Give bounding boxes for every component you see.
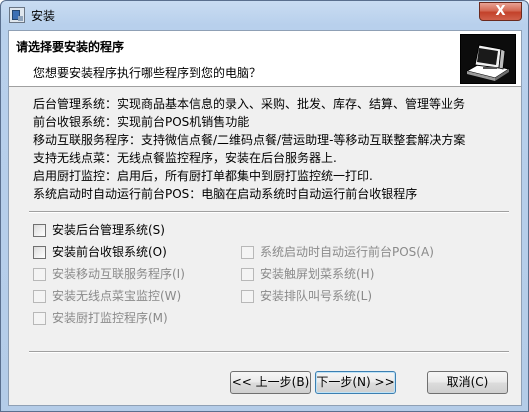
cancel-button[interactable]: 取消(C) xyxy=(427,371,508,394)
checkbox xyxy=(33,268,46,281)
close-button[interactable]: X xyxy=(479,2,522,21)
checkbox xyxy=(241,268,254,281)
installer-window: 安装 X 请选择要安装的程序 您想要安装程序执行哪些程序到您的电脑？ 后台管理系… xyxy=(0,0,529,412)
checkbox xyxy=(33,312,46,325)
option-label: 系统启动时自动运行前台POS(A) xyxy=(260,245,434,259)
option-label: 安装移动互联服务程序(I) xyxy=(52,267,185,281)
option-label: 安装厨打监控程序(M) xyxy=(52,311,168,325)
description-line: 系统启动时自动运行前台POS：电脑在启动系统时自动运行前台收银程序 xyxy=(33,187,418,201)
checkbox xyxy=(33,290,46,303)
next-button[interactable]: 下一步(N) >> xyxy=(315,371,396,394)
description-line: 前台收银系统：实现前台POS机销售功能 xyxy=(33,115,250,129)
checkbox xyxy=(241,246,254,259)
computer-logo-icon xyxy=(460,34,516,84)
description-line: 后台管理系统：实现商品基本信息的录入、采购、批发、库存、结算、管理等业务 xyxy=(33,97,466,111)
description-line: 移动互联服务程序：支持微信点餐/二维码点餐/营运助理-等移动互联整套解决方案 xyxy=(33,133,466,147)
description-line: 启用厨打监控：启用后，所有厨打单都集中到厨打监控统一打印. xyxy=(33,169,373,183)
checkbox[interactable] xyxy=(33,246,46,259)
option-label: 安装后台管理系统(S) xyxy=(52,223,165,237)
back-button[interactable]: << 上一步(B) xyxy=(230,371,311,394)
option-label: 安装前台收银系统(O) xyxy=(52,245,167,259)
wizard-page: 请选择要安装的程序 您想要安装程序执行哪些程序到您的电脑？ 后台管理系统：实现商… xyxy=(8,30,522,406)
installer-app-icon xyxy=(9,7,25,23)
description-line: 支持无线点菜：无线点餐监控程序，安装在后台服务器上. xyxy=(33,151,337,165)
description-text: 后台管理系统：实现商品基本信息的录入、采购、批发、库存、结算、管理等业务 前台收… xyxy=(33,95,513,203)
window-title: 安装 xyxy=(31,9,56,23)
wizard-header: 请选择要安装的程序 您想要安装程序执行哪些程序到您的电脑？ xyxy=(9,31,521,87)
checkbox xyxy=(241,290,254,303)
option-label: 安装排队叫号系统(L) xyxy=(260,289,373,303)
title-bar[interactable]: 安装 X xyxy=(1,1,528,29)
option-label: 安装无线点菜宝监控(W) xyxy=(52,289,182,303)
option-label: 安装触屏划菜系统(H) xyxy=(260,267,375,281)
section-divider xyxy=(29,211,509,213)
checkbox[interactable] xyxy=(33,224,46,237)
footer-divider xyxy=(29,351,509,353)
page-subtitle: 您想要安装程序执行哪些程序到您的电脑？ xyxy=(33,66,262,80)
page-title: 请选择要安装的程序 xyxy=(16,40,125,54)
